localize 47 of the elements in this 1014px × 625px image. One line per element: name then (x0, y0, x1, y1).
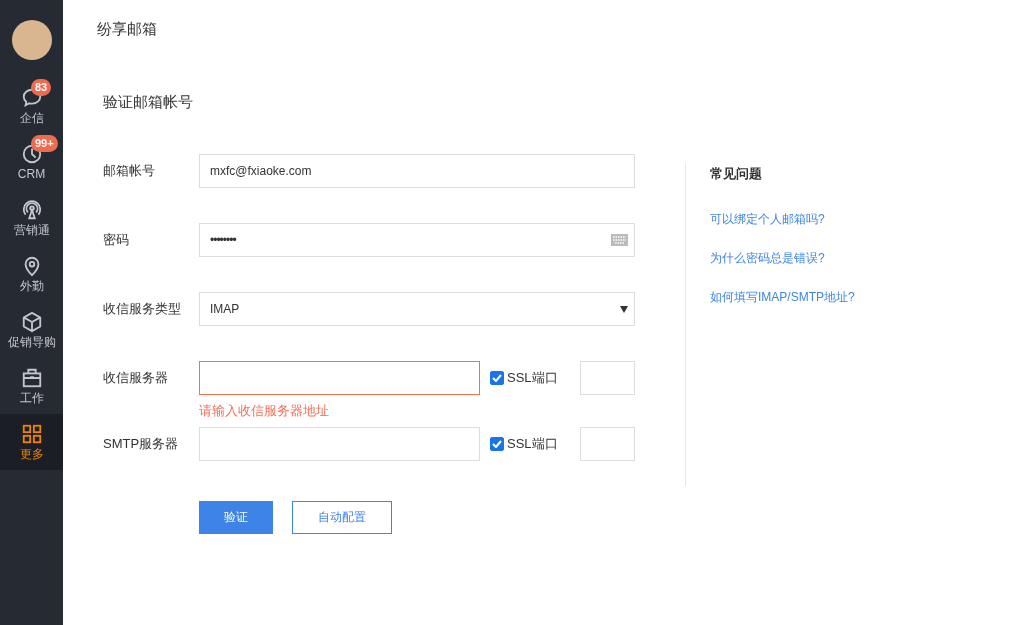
checkmark-icon (492, 374, 502, 382)
broadcast-icon (20, 199, 43, 221)
port-field[interactable] (580, 361, 635, 395)
email-field[interactable]: mxfc@fxiaoke.com (199, 154, 635, 188)
sidebar-item[interactable]: 营销通 (0, 190, 63, 246)
error-message: 请输入收信服务器地址 (199, 402, 330, 420)
field-label: 密码 (103, 231, 130, 249)
sidebar-item[interactable]: 企信 83 (0, 78, 63, 134)
field-label: SMTP服务器 (103, 435, 180, 453)
sidebar-label: CRM (17, 167, 46, 181)
briefcase-icon (20, 367, 43, 389)
count-badge: 99+ (31, 135, 58, 152)
sidebar-label: 营销通 (13, 223, 50, 237)
port-field[interactable] (580, 427, 635, 461)
page-title: 纷享邮箱 (97, 20, 158, 39)
sidebar-label: 企信 (19, 111, 44, 125)
caret-icon (620, 305, 628, 313)
sidebar-item[interactable]: 工作 (0, 358, 63, 414)
sidebar-label: 外勤 (19, 279, 44, 293)
field-label: 收信服务器 (103, 369, 169, 387)
cube-icon (20, 311, 43, 333)
field-label: 邮箱帐号 (103, 162, 156, 180)
sidebar-item[interactable]: 更多 (0, 414, 63, 470)
ssl-checkbox[interactable]: SSL端口 (490, 435, 580, 453)
server-type-dropdown[interactable]: IMAP (199, 292, 635, 326)
field-label: 收信服务类型 (103, 300, 182, 318)
verify-button[interactable]: 验证 (199, 501, 273, 534)
sidebar-item[interactable]: 外勤 (0, 246, 63, 302)
sidebar-item[interactable]: 促销导购 (0, 302, 63, 358)
sidebar-label: 更多 (19, 447, 44, 461)
faq-link[interactable]: 可以绑定个人邮箱吗? (710, 211, 855, 228)
secondary-button[interactable]: 自动配置 (292, 501, 392, 534)
faq-link[interactable]: 如何填写IMAP/SMTP地址? (710, 289, 855, 306)
faq-title: 常见问题 (710, 165, 763, 183)
grid-icon (20, 423, 43, 445)
ssl-checkbox[interactable]: SSL端口 (490, 369, 580, 387)
sidebar-label: 促销导购 (7, 335, 56, 349)
keyboard-icon[interactable] (611, 234, 628, 246)
faq-link[interactable]: 为什么密码总是错误? (710, 250, 855, 267)
password-field[interactable]: •••••••• (199, 223, 635, 257)
checkmark-icon (492, 440, 502, 448)
avatar[interactable] (11, 20, 52, 60)
count-badge: 83 (31, 79, 52, 96)
sidebar-item[interactable]: CRM 99+ (0, 134, 63, 190)
server-field[interactable] (199, 361, 480, 395)
section-title: 验证邮箱帐号 (103, 93, 194, 112)
sidebar-label: 工作 (19, 391, 44, 405)
